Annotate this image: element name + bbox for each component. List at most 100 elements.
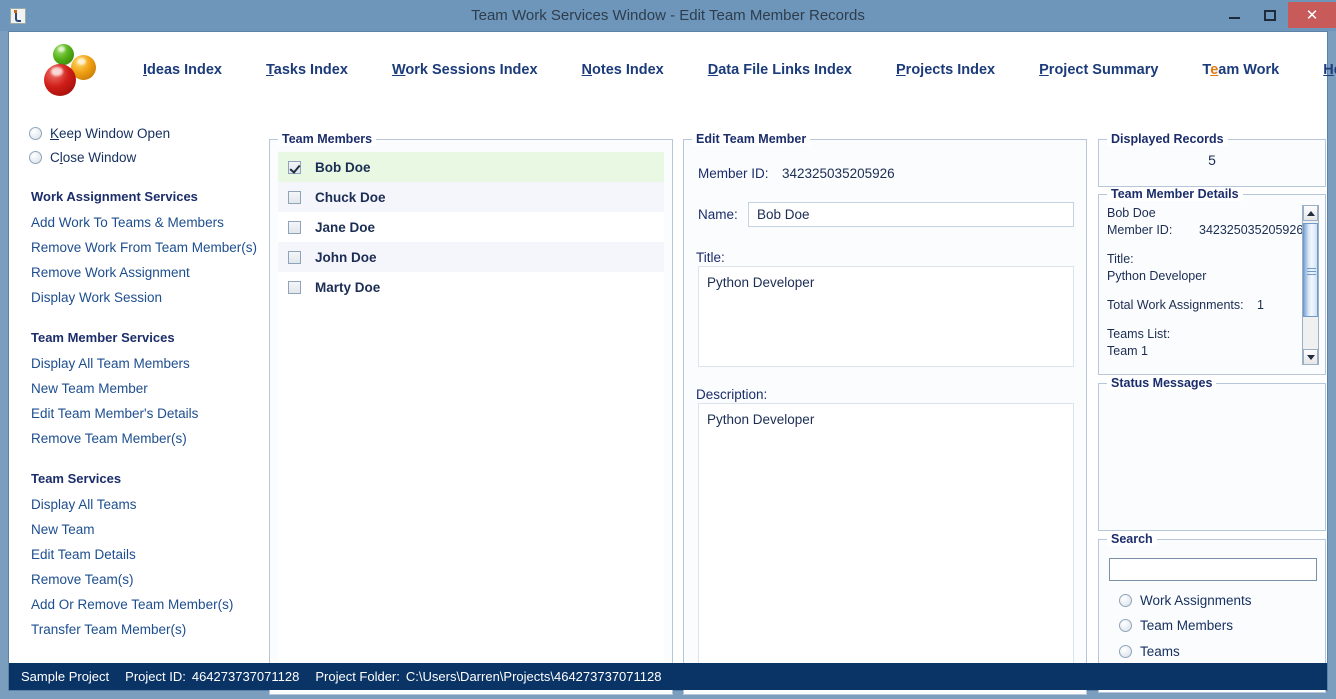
member-checkbox[interactable] — [288, 220, 301, 234]
close-button[interactable]: ✕ — [1288, 2, 1336, 28]
team-members-panel: Team Members Bob Doe Chuck Doe Jane Doe Joh… — [269, 132, 673, 695]
team-member-details-panel: Team Member Details Bob Doe Member ID: 3… — [1098, 187, 1326, 375]
status-messages-panel: Status Messages — [1098, 376, 1326, 531]
name-input[interactable] — [748, 202, 1074, 227]
scrollbar-thumb[interactable] — [1303, 223, 1318, 317]
details-teams-label: Teams List: — [1107, 327, 1171, 341]
minimize-icon — [1228, 17, 1240, 19]
edit-team-member-panel: Edit Team Member Member ID: 342325035205… — [683, 132, 1087, 695]
logo-sphere-red — [44, 63, 76, 96]
sidebar-group-title: Team Member Services — [31, 330, 175, 345]
sidebar-item-display-all-team-members[interactable]: Display All Team Members — [9, 351, 267, 376]
search-radio-work-assignments[interactable]: Work Assignments — [1119, 593, 1252, 608]
radio-keep-window-open[interactable]: Keep Window Open — [9, 121, 267, 145]
radio-icon — [1119, 645, 1132, 658]
member-checkbox[interactable] — [288, 190, 301, 204]
member-checkbox[interactable] — [288, 250, 301, 264]
sidebar-item-add-work-to-teams-members[interactable]: Add Work To Teams & Members — [9, 210, 267, 235]
details-teams-value: Team 1 — [1107, 344, 1148, 358]
menu-item-project-summary[interactable]: Project Summary — [1039, 62, 1158, 78]
menu-item-projects-index[interactable]: Projects Index — [896, 62, 995, 78]
member-checkbox[interactable] — [288, 160, 301, 174]
search-radio-teams[interactable]: Teams — [1119, 644, 1180, 659]
search-radio-team-members[interactable]: Team Members — [1119, 618, 1233, 633]
team-member-row[interactable]: Jane Doe — [278, 212, 664, 242]
name-row: Name: — [698, 202, 1074, 227]
details-scrollbar[interactable] — [1302, 205, 1319, 365]
sidebar-item-remove-work-from-team-member-s[interactable]: Remove Work From Team Member(s) — [9, 235, 267, 260]
sidebar-item-edit-team-member-s-details[interactable]: Edit Team Member's Details — [9, 401, 267, 426]
menu-item-help[interactable]: Help — [1323, 62, 1336, 78]
sidebar-item-remove-team-s[interactable]: Remove Team(s) — [9, 567, 267, 592]
member-name: Marty Doe — [315, 279, 381, 295]
chevron-down-icon — [1306, 354, 1315, 360]
details-title-label: Title: — [1107, 252, 1134, 266]
sidebar-item-display-work-session[interactable]: Display Work Session — [9, 285, 267, 310]
scroll-up-button[interactable] — [1303, 205, 1318, 221]
title-bar: Team Work Services Window - Edit Team Me… — [0, 0, 1336, 31]
radio-icon — [1119, 619, 1132, 632]
scroll-down-button[interactable] — [1303, 349, 1318, 365]
radio-icon — [1119, 594, 1132, 607]
details-assignments: Total Work Assignments: 1 — [1107, 298, 1264, 312]
maximize-icon — [1264, 10, 1276, 21]
team-member-row[interactable]: John Doe — [278, 242, 664, 272]
sidebar-item-transfer-team-member-s[interactable]: Transfer Team Member(s) — [9, 617, 267, 642]
edit-team-member-legend: Edit Team Member — [692, 132, 811, 146]
menu-item-ideas-index[interactable]: Ideas Index — [143, 62, 222, 78]
member-name: Bob Doe — [315, 159, 371, 175]
menu-item-work-sessions-index[interactable]: Work Sessions Index — [392, 62, 538, 78]
description-textarea[interactable]: Python Developer — [698, 403, 1074, 666]
radio-close-window[interactable]: Close Window — [9, 145, 267, 169]
team-member-row[interactable]: Chuck Doe — [278, 182, 664, 212]
status-messages-legend: Status Messages — [1107, 376, 1217, 390]
search-radio-label: Work Assignments — [1140, 593, 1252, 608]
title-textarea[interactable]: Python Developer — [698, 266, 1074, 367]
sidebar-item-remove-work-assignment[interactable]: Remove Work Assignment — [9, 260, 267, 285]
radio-label: Keep Window Open — [50, 125, 171, 141]
grip-icon — [1307, 268, 1316, 269]
member-name: Chuck Doe — [315, 189, 386, 205]
sidebar-item-new-team[interactable]: New Team — [9, 517, 267, 542]
description-label: Description: — [696, 387, 768, 402]
menu-item-team-work[interactable]: Team Work — [1202, 62, 1279, 78]
status-bar: Sample Project Project ID: 4642737370711… — [9, 663, 1327, 690]
search-input[interactable] — [1109, 558, 1317, 581]
team-members-list[interactable]: Bob Doe Chuck Doe Jane Doe John Doe Marty Do… — [278, 152, 664, 662]
member-checkbox[interactable] — [288, 280, 301, 294]
radio-icon — [29, 126, 42, 140]
sidebar-item-add-or-remove-team-member-s[interactable]: Add Or Remove Team Member(s) — [9, 592, 267, 617]
menu-item-data-file-links-index[interactable]: Data File Links Index — [708, 62, 852, 78]
details-name: Bob Doe — [1107, 206, 1156, 220]
team-member-row[interactable]: Bob Doe — [278, 152, 664, 182]
member-name: John Doe — [315, 249, 377, 265]
sidebar-item-remove-team-member-s[interactable]: Remove Team Member(s) — [9, 426, 267, 451]
application-window: Team Work Services Window - Edit Team Me… — [0, 0, 1336, 699]
team-member-row[interactable]: Marty Doe — [278, 272, 664, 302]
chevron-up-icon — [1306, 210, 1315, 216]
logo-sphere-green — [53, 43, 74, 65]
details-member-id: Member ID: 342325035205926 — [1107, 223, 1303, 237]
search-legend: Search — [1107, 532, 1157, 546]
name-label: Name: — [698, 207, 738, 222]
client-area: Ideas Index Tasks Index Work Sessions In… — [8, 31, 1336, 695]
sidebar-item-new-team-member[interactable]: New Team Member — [9, 376, 267, 401]
status-project-folder: Project Folder: C:\Users\Darren\Projects… — [315, 669, 662, 684]
close-icon: ✕ — [1305, 6, 1319, 24]
main-menu-bar: Ideas Index Tasks Index Work Sessions In… — [9, 32, 1336, 107]
three-spheres-logo — [41, 42, 103, 98]
sidebar-item-edit-team-details[interactable]: Edit Team Details — [9, 542, 267, 567]
menu-item-tasks-index[interactable]: Tasks Index — [266, 62, 348, 78]
displayed-records-panel: Displayed Records 5 — [1098, 132, 1326, 187]
member-id-row: Member ID: 342325035205926 — [698, 166, 895, 181]
maximize-button[interactable] — [1252, 0, 1288, 31]
minimize-button[interactable] — [1216, 0, 1252, 31]
menu-item-notes-index[interactable]: Notes Index — [582, 62, 664, 78]
displayed-records-value: 5 — [1208, 152, 1216, 168]
member-name: Jane Doe — [315, 219, 376, 235]
sidebar-item-display-all-teams[interactable]: Display All Teams — [9, 492, 267, 517]
window-title: Team Work Services Window - Edit Team Me… — [471, 7, 865, 24]
